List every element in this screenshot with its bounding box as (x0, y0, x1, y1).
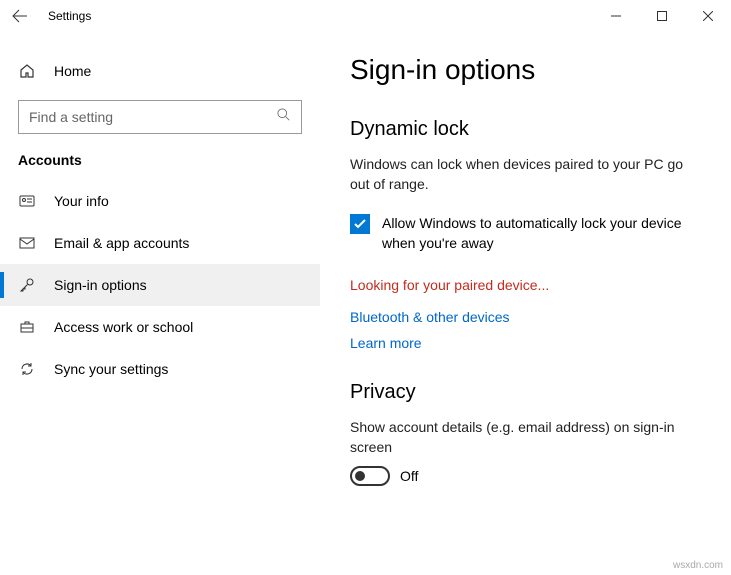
minimize-icon (611, 11, 621, 21)
arrow-left-icon (12, 8, 28, 24)
sidebar-item-label: Sign-in options (54, 277, 147, 293)
sidebar-item-label: Sync your settings (54, 361, 168, 377)
category-label: Accounts (0, 152, 320, 180)
sidebar-item-your-info[interactable]: Your info (0, 180, 320, 222)
pairing-status: Looking for your paired device... (350, 277, 701, 293)
window-controls (593, 0, 731, 32)
dynamic-lock-checkbox-row[interactable]: Allow Windows to automatically lock your… (350, 214, 701, 253)
checkbox-checked[interactable] (350, 214, 370, 234)
learn-more-link[interactable]: Learn more (350, 335, 701, 351)
content-area: Sign-in options Dynamic lock Windows can… (320, 32, 731, 575)
toggle-state-label: Off (400, 468, 418, 484)
dynamic-lock-description: Windows can lock when devices paired to … (350, 155, 701, 194)
maximize-button[interactable] (639, 0, 685, 32)
privacy-heading: Privacy (350, 381, 701, 404)
maximize-icon (657, 11, 667, 21)
briefcase-icon (18, 318, 36, 336)
privacy-toggle[interactable] (350, 466, 390, 486)
checkbox-label: Allow Windows to automatically lock your… (382, 214, 701, 253)
search-icon (277, 108, 291, 127)
close-icon (703, 11, 713, 21)
close-button[interactable] (685, 0, 731, 32)
back-button[interactable] (12, 8, 48, 24)
privacy-toggle-row: Off (350, 466, 701, 486)
sidebar: Home Accounts Your info Email & app acco… (0, 32, 320, 575)
key-icon (18, 276, 36, 294)
search-input[interactable] (29, 109, 277, 125)
home-nav[interactable]: Home (0, 52, 320, 90)
window-title: Settings (48, 9, 91, 23)
person-icon (18, 192, 36, 210)
sidebar-item-signin[interactable]: Sign-in options (0, 264, 320, 306)
mail-icon (18, 234, 36, 252)
privacy-description: Show account details (e.g. email address… (350, 418, 701, 457)
sidebar-item-label: Your info (54, 193, 109, 209)
sidebar-item-email[interactable]: Email & app accounts (0, 222, 320, 264)
sidebar-item-label: Access work or school (54, 319, 193, 335)
minimize-button[interactable] (593, 0, 639, 32)
search-box[interactable] (18, 100, 302, 134)
sidebar-item-sync[interactable]: Sync your settings (0, 348, 320, 390)
home-label: Home (54, 63, 91, 79)
home-icon (18, 62, 36, 80)
sidebar-item-work[interactable]: Access work or school (0, 306, 320, 348)
bluetooth-link[interactable]: Bluetooth & other devices (350, 309, 701, 325)
watermark: wsxdn.com (673, 560, 723, 571)
dynamic-lock-heading: Dynamic lock (350, 118, 701, 141)
titlebar: Settings (0, 0, 731, 32)
check-icon (353, 217, 367, 231)
page-title: Sign-in options (350, 54, 701, 86)
sync-icon (18, 360, 36, 378)
sidebar-item-label: Email & app accounts (54, 235, 189, 251)
